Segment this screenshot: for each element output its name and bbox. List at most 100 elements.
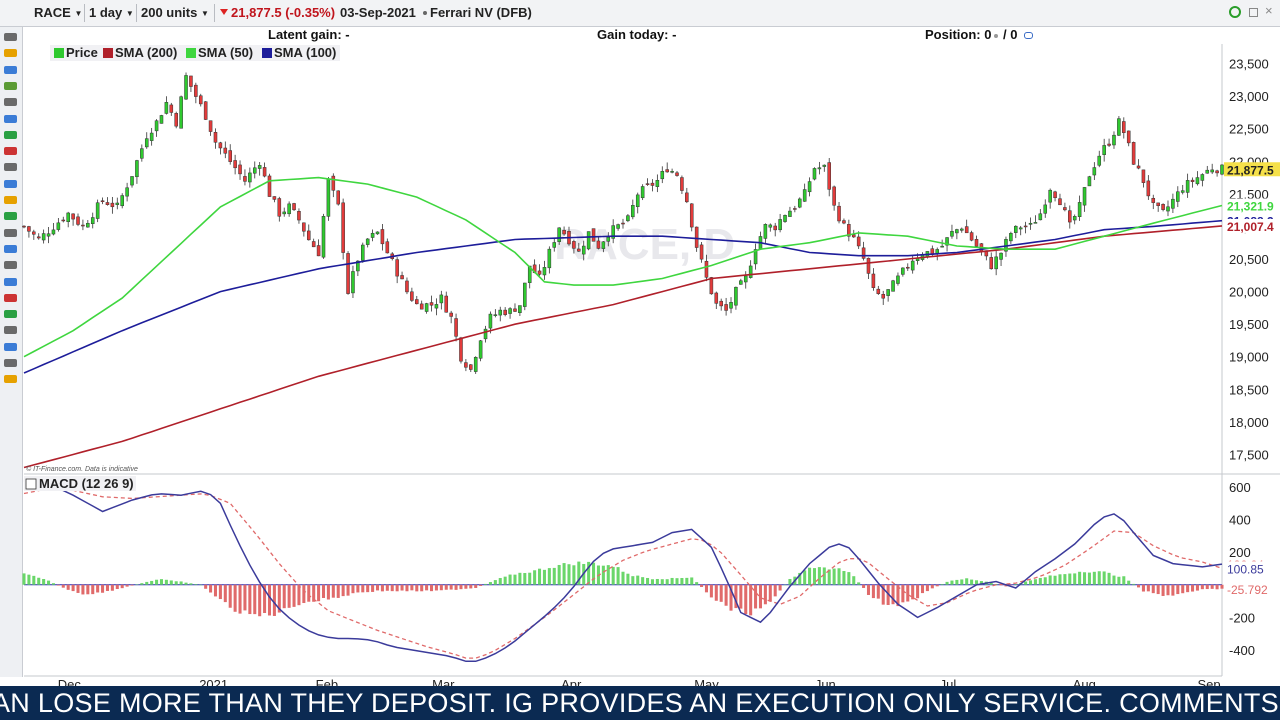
candle-body (1087, 176, 1092, 187)
candle-body (189, 75, 193, 87)
macd-histogram-bar (218, 584, 222, 600)
macd-histogram-bar (1048, 575, 1052, 585)
candle-body (169, 104, 174, 113)
macd-histogram-bar (380, 584, 384, 592)
candle-body (1053, 191, 1057, 199)
candle-body (32, 231, 36, 235)
macd-histogram-bar (135, 584, 139, 585)
macd-histogram-bar (429, 584, 434, 592)
macd-histogram-bar (1078, 571, 1082, 585)
candle-body (1028, 222, 1033, 225)
macd-histogram-bar (243, 584, 247, 611)
candle-body (243, 176, 247, 182)
candle-body (400, 275, 404, 280)
candle-body (1171, 198, 1175, 209)
macd-histogram-bar (906, 584, 910, 602)
macd-histogram-bar (1117, 576, 1121, 585)
macd-histogram-bar (356, 584, 360, 593)
legend-swatch (54, 48, 64, 58)
macd-histogram-bar (76, 584, 80, 593)
macd-histogram-bar (336, 584, 340, 598)
macd-histogram-bar (287, 584, 291, 608)
macd-histogram-bar (66, 584, 70, 590)
macd-histogram-bar (209, 584, 213, 593)
candle-body (518, 305, 522, 314)
candle-body (115, 202, 120, 205)
macd-histogram-bar (292, 584, 296, 607)
macd-histogram-bar (47, 580, 51, 585)
macd-histogram-bar (346, 584, 350, 596)
macd-histogram-bar (552, 567, 556, 585)
legend-swatch (103, 48, 113, 58)
candle-body (812, 168, 817, 180)
candle-body (827, 162, 831, 190)
macd-histogram-bar (464, 584, 468, 589)
macd-histogram-bar (1132, 583, 1136, 585)
candle-body (1112, 134, 1116, 146)
macd-histogram-bar (739, 584, 743, 609)
candle-body (739, 280, 743, 285)
candle-body (910, 260, 915, 271)
candle-body (252, 167, 257, 174)
candle-body (1063, 207, 1067, 211)
macd-histogram-bar (405, 584, 409, 592)
macd-histogram-bar (1028, 580, 1033, 585)
candle-body (76, 216, 80, 225)
macd-histogram-bar (1191, 584, 1195, 592)
macd-histogram-bar (562, 563, 566, 585)
macd-histogram-bar (749, 584, 753, 616)
macd-histogram-bar (513, 574, 517, 585)
candle-body (90, 217, 95, 224)
macd-histogram-bar (454, 584, 458, 590)
signal-last-value: 100.85 (1227, 562, 1264, 576)
macd-histogram-bar (646, 577, 650, 585)
macd-histogram-bar (302, 584, 306, 604)
candle-body (488, 313, 493, 329)
macd-histogram-bar (538, 568, 542, 585)
candle-body (238, 164, 242, 175)
candle-body (503, 309, 507, 315)
macd-histogram-bar (228, 584, 232, 608)
macd-histogram-bar (105, 584, 109, 591)
candle-body (616, 224, 620, 229)
candle-body (1043, 204, 1048, 214)
candle-body (743, 275, 748, 283)
candle-body (631, 205, 635, 218)
macd-histogram-bar (1161, 584, 1165, 596)
candle-body (645, 183, 650, 185)
macd-histogram-bar (101, 584, 105, 593)
candle-body (621, 222, 625, 225)
macd-histogram-bar (817, 567, 821, 585)
macd-histogram-bar (636, 575, 640, 585)
candle-body (1176, 191, 1180, 202)
macd-histogram-bar (665, 579, 669, 585)
candle-body (174, 113, 178, 127)
candle-body (336, 190, 341, 205)
candle-body (822, 164, 827, 167)
candle-body (513, 308, 517, 312)
price-last-value: 21,877.5 (1227, 163, 1274, 177)
macd-histogram-bar (434, 584, 438, 591)
macd-histogram-bar (415, 584, 419, 592)
candle-body (650, 182, 655, 186)
macd-histogram-bar (307, 584, 311, 602)
candle-body (385, 241, 390, 254)
macd-histogram-bar (125, 584, 129, 587)
candle-body (218, 142, 223, 149)
price-y-tick-label: 19,000 (1229, 350, 1269, 365)
candle-body (714, 292, 719, 304)
macd-histogram-bar (528, 572, 532, 585)
macd-histogram-bar (1186, 584, 1190, 593)
candle-body (395, 259, 399, 277)
macd-histogram-bar (866, 584, 871, 595)
macd-histogram-bar (685, 577, 689, 585)
candle-body (955, 229, 959, 234)
ticker-text: AN LOSE MORE THAN THEY DEPOSIT. IG PROVI… (0, 688, 1279, 718)
macd-histogram-bar (184, 582, 188, 585)
legend-swatch (186, 48, 196, 58)
macd-histogram-bar (1122, 576, 1126, 585)
macd-histogram-bar (479, 584, 483, 586)
candle-body (950, 231, 954, 237)
macd-histogram-bar (754, 584, 758, 609)
candle-body (1018, 227, 1023, 230)
